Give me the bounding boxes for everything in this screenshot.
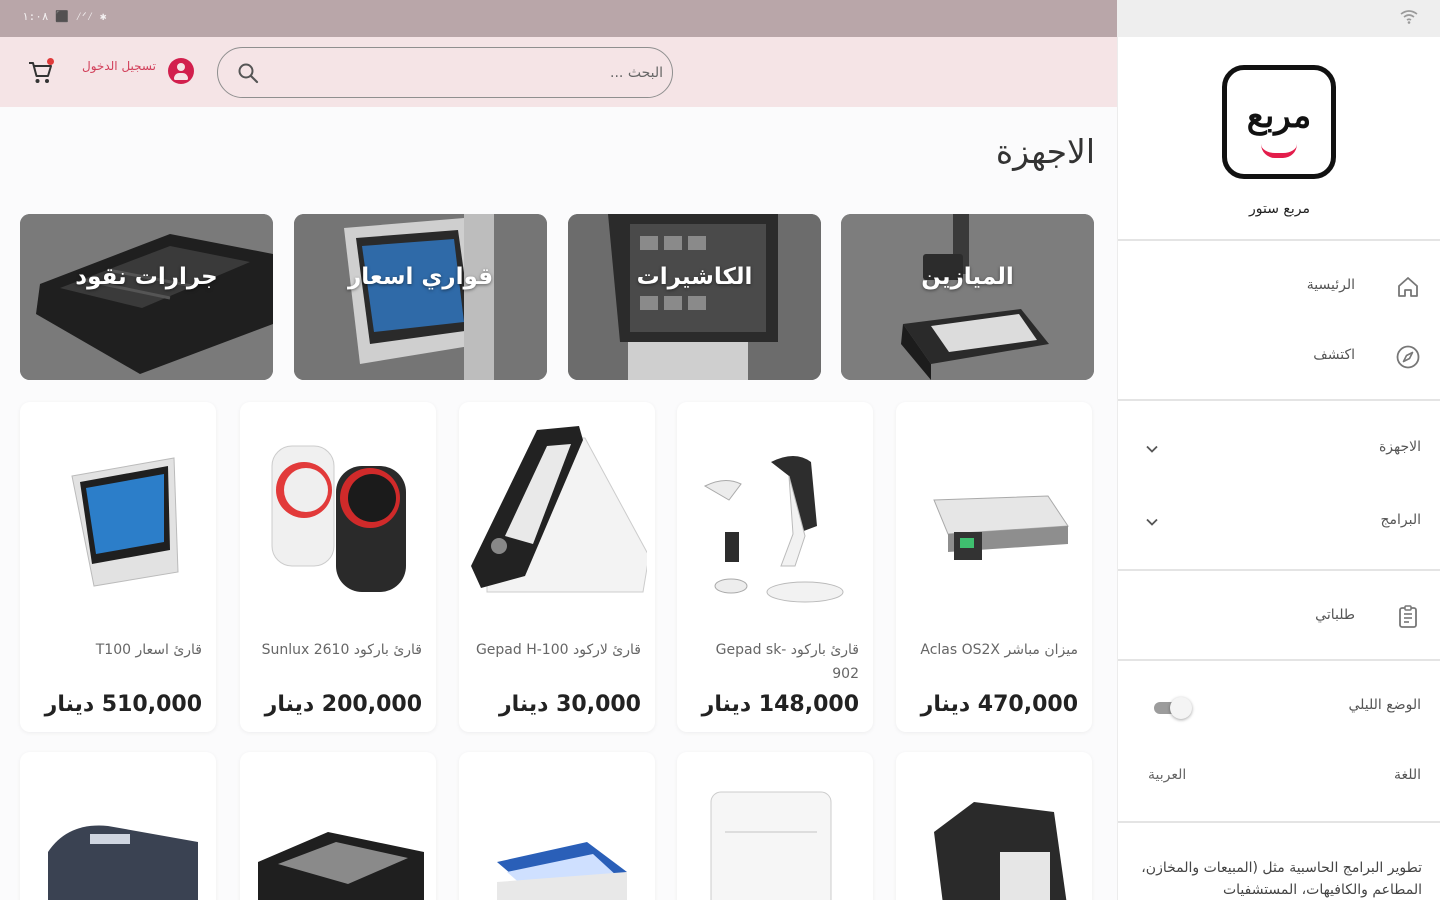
cart-badge — [47, 58, 54, 65]
search-icon[interactable] — [236, 61, 260, 85]
product-image — [71, 457, 179, 587]
status-bar-right — [1117, 0, 1440, 37]
category-scales[interactable]: الميازين — [841, 214, 1094, 380]
product-name: قارئ لاركود Gepad H-100 — [475, 642, 641, 658]
product-card[interactable] — [896, 752, 1092, 900]
category-label: جرارات نقود — [75, 264, 218, 290]
product-image — [703, 456, 844, 603]
search-input[interactable] — [278, 58, 663, 88]
sidebar-group-devices[interactable]: الاجهزة — [1118, 429, 1440, 469]
product-name: قارئ باركود Gepad sk-902 — [715, 642, 859, 682]
product-image — [497, 842, 627, 900]
product-card[interactable]: قارئ لاركود Gepad H-100 30,000 دينار — [459, 402, 655, 732]
category-label: قواري اسعار — [347, 264, 494, 290]
language-value[interactable]: العربية — [1148, 767, 1186, 783]
product-card[interactable]: قارئ اسعار T100 510,000 دينار — [20, 402, 216, 732]
store-logo[interactable]: مربع — [1222, 65, 1336, 179]
wifi-icon — [1400, 10, 1418, 28]
category-cashiers[interactable]: الكاشيرات — [568, 214, 821, 380]
product-card[interactable]: ميزان مباشر Aclas OS2X 470,000 دينار — [896, 402, 1092, 732]
top-bar: تسجيل الدخول — [0, 37, 1117, 107]
chevron-down-icon[interactable] — [1142, 512, 1162, 532]
orders-icon — [1395, 604, 1421, 630]
dark-mode-label: الوضع الليلي — [1348, 697, 1422, 713]
compass-icon — [1395, 344, 1421, 370]
language-row[interactable]: اللغة العربية — [1118, 757, 1440, 797]
toggle-knob — [1170, 697, 1192, 719]
category-cash-drawers[interactable]: جرارات نقود — [20, 214, 273, 380]
divider — [1118, 659, 1440, 661]
divider — [1118, 821, 1440, 823]
product-card[interactable] — [20, 752, 216, 900]
chevron-down-icon[interactable] — [1142, 439, 1162, 459]
logo-smile — [1261, 144, 1297, 158]
account-icon[interactable] — [168, 58, 194, 84]
product-price: 470,000 دينار — [920, 692, 1078, 717]
search-bar[interactable] — [217, 47, 673, 98]
product-price: 200,000 دينار — [264, 692, 422, 717]
language-label: اللغة — [1393, 767, 1421, 783]
status-bar: ۱:۰۸ ⬛ ⁄ᐟ⁄ ✱ — [0, 0, 1117, 37]
product-price: 510,000 دينار — [44, 692, 202, 717]
divider — [1118, 399, 1440, 401]
sidebar-item-discover[interactable]: اكتشف — [1118, 337, 1440, 377]
cart-icon[interactable] — [26, 57, 56, 87]
status-indicators: ۱:۰۸ ⬛ ⁄ᐟ⁄ ✱ — [22, 10, 107, 23]
sidebar-item-orders[interactable]: طلباتي — [1118, 597, 1440, 637]
product-card[interactable] — [677, 752, 873, 900]
sidebar-item-label: طلباتي — [1315, 607, 1355, 623]
product-card[interactable]: قارئ باركود Sunlux 2610 200,000 دينار — [240, 402, 436, 732]
sidebar-group-label: الاجهزة — [1378, 439, 1421, 455]
about-text: تطوير البرامج الحاسبية مثل (المبيعات وال… — [1141, 860, 1422, 898]
login-link[interactable]: تسجيل الدخول — [82, 59, 156, 73]
category-label: الميازين — [921, 264, 1014, 290]
sidebar-item-label: الرئيسية — [1306, 277, 1355, 293]
product-card[interactable]: قارئ باركود Gepad sk-902 148,000 دينار — [677, 402, 873, 732]
product-price: 148,000 دينار — [701, 692, 859, 717]
product-card[interactable] — [459, 752, 655, 900]
sidebar-item-label: اكتشف — [1313, 347, 1355, 363]
sidebar-group-software[interactable]: البرامج — [1118, 502, 1440, 542]
divider — [1118, 569, 1440, 571]
product-image — [934, 802, 1067, 900]
product-card[interactable] — [240, 752, 436, 900]
product-image — [471, 426, 647, 593]
home-icon — [1395, 274, 1421, 300]
sidebar-group-label: البرامج — [1380, 512, 1421, 528]
product-image — [48, 825, 198, 900]
logo-text: مربع — [1246, 96, 1312, 136]
product-name: قارئ اسعار T100 — [95, 642, 202, 658]
section-title: الاجهزة — [995, 132, 1095, 171]
category-label: الكاشيرات — [636, 264, 753, 290]
product-image — [933, 495, 1069, 560]
product-name: قارئ باركود Sunlux 2610 — [261, 642, 422, 658]
sidebar: مربع مربع ستور الرئيسية اكتشف الاجهزة ال… — [1117, 37, 1440, 900]
dark-mode-row: الوضع الليلي — [1118, 687, 1440, 727]
dark-mode-toggle[interactable] — [1154, 697, 1198, 719]
category-price-checkers[interactable]: قواري اسعار — [294, 214, 547, 380]
product-name: ميزان مباشر Aclas OS2X — [920, 642, 1078, 658]
product-image — [258, 832, 424, 900]
divider — [1118, 239, 1440, 241]
store-name: مربع ستور — [1249, 201, 1310, 217]
sidebar-item-home[interactable]: الرئيسية — [1118, 267, 1440, 307]
product-image — [710, 791, 832, 900]
product-price: 30,000 دينار — [498, 692, 641, 717]
product-image — [271, 445, 406, 592]
